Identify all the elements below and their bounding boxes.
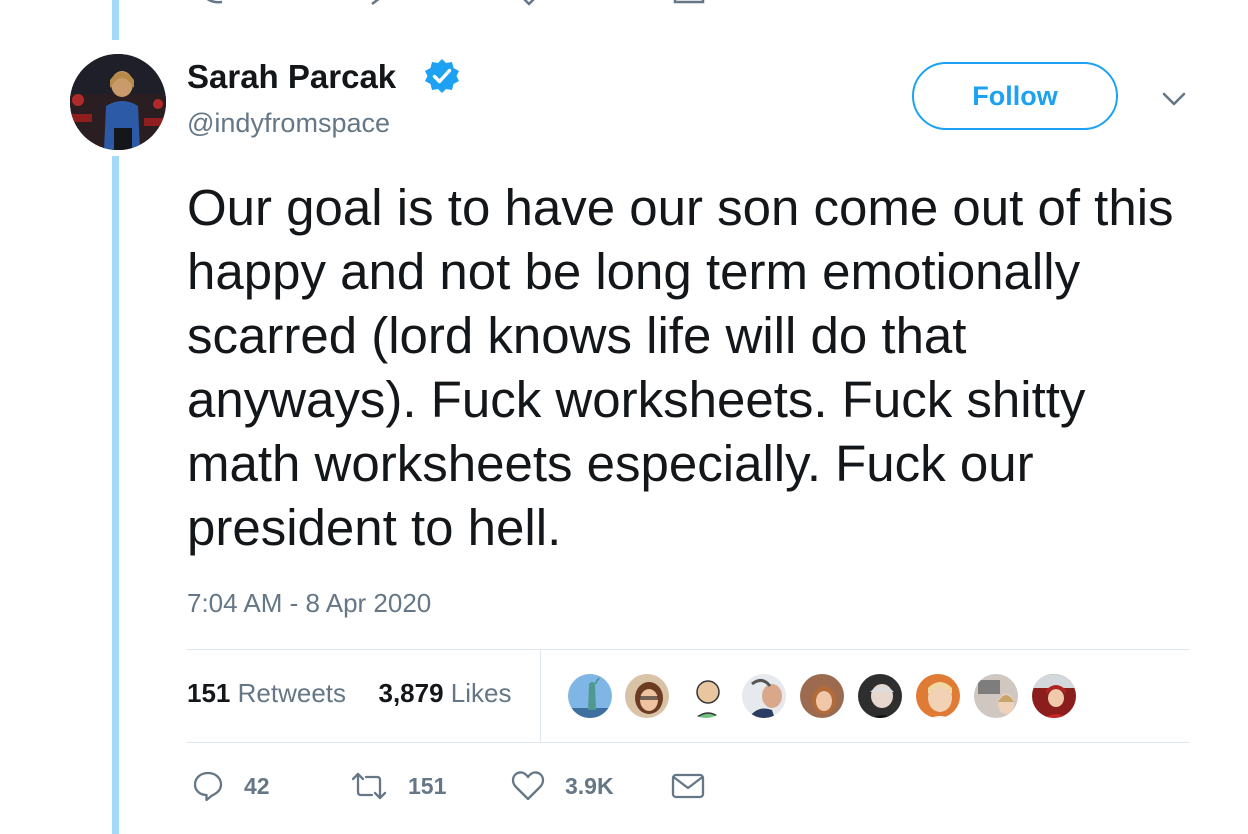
thread-line-bottom: [112, 156, 119, 834]
retweets-count: 151: [187, 678, 231, 708]
heart-icon[interactable]: [514, 0, 544, 6]
likes-count: 3,879: [378, 678, 444, 708]
previous-tweet-actions: [0, 0, 1248, 6]
retweet-icon[interactable]: [350, 770, 388, 802]
author-name[interactable]: Sarah Parcak: [187, 58, 396, 96]
chevron-down-icon[interactable]: [1160, 88, 1188, 110]
liker-avatar[interactable]: [1030, 672, 1078, 720]
follow-button[interactable]: Follow: [912, 62, 1118, 130]
like-count: 3.9K: [565, 772, 614, 799]
envelope-icon[interactable]: [670, 770, 706, 802]
divider: [187, 742, 1190, 743]
reply-icon[interactable]: [196, 0, 226, 6]
likes-label: Likes: [450, 678, 512, 708]
retweets-label: Retweets: [237, 678, 347, 708]
like-action[interactable]: 3.9K: [511, 768, 614, 804]
tweet-stats: 151 Retweets 3,879 Likes: [187, 678, 512, 709]
liker-avatar[interactable]: [740, 672, 788, 720]
envelope-icon[interactable]: [672, 0, 706, 6]
tweet-text: Our goal is to have our son come out of …: [187, 179, 1174, 556]
retweet-count: 151: [408, 772, 447, 799]
retweet-icon[interactable]: [352, 0, 386, 6]
direct-message-action[interactable]: [670, 768, 706, 804]
heart-icon[interactable]: [511, 770, 545, 802]
stats-divider: [540, 650, 541, 742]
verified-badge-icon: [425, 59, 459, 93]
reply-count: 42: [244, 772, 270, 799]
likes-stat[interactable]: 3,879 Likes: [371, 678, 511, 708]
tweet-timestamp[interactable]: 7:04 AM - 8 Apr 2020: [187, 588, 431, 619]
thread-line-top: [112, 0, 119, 40]
divider: [187, 649, 1190, 650]
liker-avatar[interactable]: [856, 672, 904, 720]
retweets-stat[interactable]: 151 Retweets: [187, 678, 353, 708]
reply-action[interactable]: 42: [192, 768, 270, 804]
author-handle[interactable]: @indyfromspace: [187, 108, 390, 139]
liker-avatar[interactable]: [972, 672, 1020, 720]
liker-avatar[interactable]: [914, 672, 962, 720]
liker-avatar[interactable]: [566, 672, 614, 720]
avatar-image: [70, 54, 166, 150]
liker-avatar[interactable]: [798, 672, 846, 720]
liker-avatar[interactable]: [682, 672, 730, 720]
reply-icon[interactable]: [192, 770, 224, 802]
avatar[interactable]: [70, 54, 166, 150]
retweet-action[interactable]: 151: [350, 768, 446, 804]
liker-avatar[interactable]: [623, 672, 671, 720]
